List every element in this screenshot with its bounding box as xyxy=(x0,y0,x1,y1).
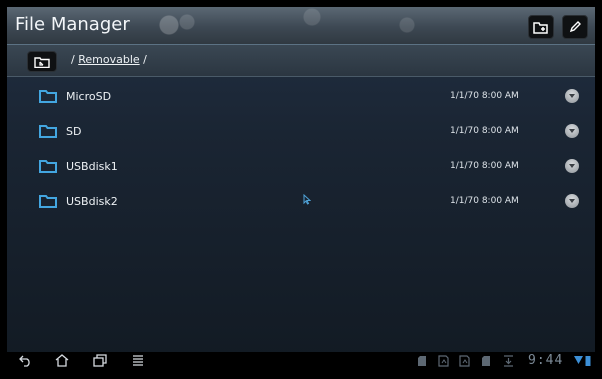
file-name: USBdisk2 xyxy=(66,195,118,208)
menu-icon[interactable] xyxy=(131,354,145,367)
file-name: USBdisk1 xyxy=(66,160,118,173)
item-menu-icon[interactable] xyxy=(565,159,579,173)
system-nav-bar: 9:44 xyxy=(7,352,595,369)
folder-icon xyxy=(39,125,57,138)
list-item[interactable]: SD 1/1/70 8:00 AM xyxy=(7,114,595,149)
edit-icon xyxy=(569,21,581,33)
file-list: MicroSD 1/1/70 8:00 AM SD 1/1/70 8:00 AM… xyxy=(7,79,595,219)
usb-icon xyxy=(459,355,470,367)
mouse-cursor-icon xyxy=(303,194,311,205)
edit-button[interactable] xyxy=(562,15,588,39)
new-folder-button[interactable] xyxy=(528,15,554,39)
battery-icon xyxy=(585,356,591,366)
file-date: 1/1/70 8:00 AM xyxy=(450,161,519,171)
file-date: 1/1/70 8:00 AM xyxy=(450,91,519,101)
list-item[interactable]: USBdisk1 1/1/70 8:00 AM xyxy=(7,149,595,184)
sd-card-icon xyxy=(482,356,490,366)
new-folder-icon xyxy=(533,22,548,34)
sd-card-icon xyxy=(418,356,426,366)
file-manager-screen: File Manager / Removable / MicroSD 1/1/7… xyxy=(7,7,595,369)
breadcrumb: / Removable / xyxy=(71,53,147,66)
file-date: 1/1/70 8:00 AM xyxy=(450,196,519,206)
breadcrumb-separator: / xyxy=(143,53,147,66)
file-name: MicroSD xyxy=(66,90,112,103)
list-item[interactable]: USBdisk2 1/1/70 8:00 AM xyxy=(7,184,595,219)
item-menu-icon[interactable] xyxy=(565,89,579,103)
item-menu-icon[interactable] xyxy=(565,124,579,138)
folder-icon xyxy=(39,90,57,103)
breadcrumb-root: / xyxy=(71,53,75,66)
app-title: File Manager xyxy=(15,14,130,35)
file-date: 1/1/70 8:00 AM xyxy=(450,126,519,136)
path-bar: / Removable / xyxy=(7,45,595,77)
list-item[interactable]: MicroSD 1/1/70 8:00 AM xyxy=(7,79,595,114)
folder-icon xyxy=(39,160,57,173)
file-name: SD xyxy=(66,125,82,138)
home-icon[interactable] xyxy=(55,354,69,367)
folder-icon xyxy=(39,195,57,208)
usb-icon xyxy=(438,355,449,367)
up-folder-icon xyxy=(34,56,50,68)
up-folder-button[interactable] xyxy=(27,51,57,72)
title-bar: File Manager xyxy=(7,7,595,45)
status-clock: 9:44 xyxy=(528,353,564,368)
wifi-icon xyxy=(574,356,583,364)
item-menu-icon[interactable] xyxy=(565,194,579,208)
recent-apps-icon[interactable] xyxy=(93,354,107,367)
back-icon[interactable] xyxy=(19,354,33,367)
download-icon xyxy=(504,355,513,367)
breadcrumb-removable[interactable]: Removable xyxy=(78,53,139,66)
